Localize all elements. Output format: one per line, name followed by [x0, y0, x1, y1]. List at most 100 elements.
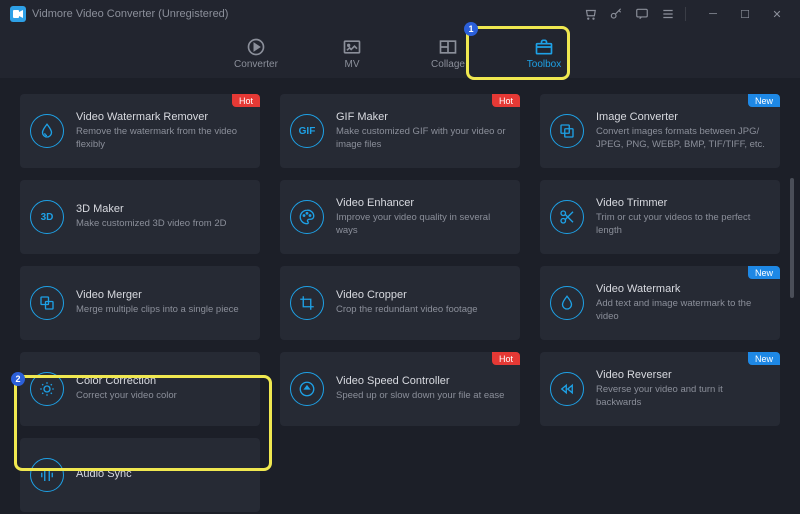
tool-title: Color Correction [76, 375, 250, 387]
merge-icon [30, 286, 64, 320]
pal-icon [290, 200, 324, 234]
tool-card-body: Video Enhancer Improve your video quality… [336, 197, 510, 238]
tool-title: Video Watermark Remover [76, 111, 250, 123]
cut-icon [550, 200, 584, 234]
title-bar: Vidmore Video Converter (Unregistered) ─… [0, 0, 800, 28]
content-area: Video Watermark Remover Remove the waterm… [0, 78, 800, 514]
tool-title: Image Converter [596, 111, 770, 123]
converter-icon [246, 37, 266, 57]
tool-card[interactable]: Audio Sync [20, 438, 260, 512]
tool-card[interactable]: Video Watermark Add text and image waterm… [540, 266, 780, 340]
tool-card[interactable]: GIF GIF Maker Make customized GIF with you… [280, 94, 520, 168]
tool-desc: Remove the watermark from the video flex… [76, 126, 250, 152]
tool-card-body: 3D Maker Make customized 3D video from 2D [76, 203, 250, 231]
tool-title: Video Merger [76, 289, 250, 301]
header-extra-controls [579, 5, 679, 23]
nav-toolbox-label: Toolbox [527, 59, 561, 70]
tool-desc: Correct your video color [76, 390, 250, 403]
window-controls: ─ ☐ ✕ [700, 6, 790, 22]
collage-icon [438, 37, 458, 57]
img-icon [550, 114, 584, 148]
hot-badge: Hot [492, 94, 520, 107]
mv-icon [342, 37, 362, 57]
app-logo-icon [10, 6, 26, 22]
main-nav: Converter MV Collage Toolbox [0, 28, 800, 78]
tool-card[interactable]: Video Cropper Crop the redundant video fo… [280, 266, 520, 340]
nav-mv[interactable]: MV [328, 37, 376, 70]
tool-card[interactable]: Color Correction Correct your video color [20, 352, 260, 426]
toolbox-icon [534, 37, 554, 57]
nav-collage[interactable]: Collage [424, 37, 472, 70]
menu-icon[interactable] [657, 5, 679, 23]
maximize-button[interactable]: ☐ [732, 6, 758, 22]
tool-card-body: Audio Sync [76, 468, 250, 483]
new-badge: New [748, 266, 780, 279]
tool-desc: Make customized GIF with your video or i… [336, 126, 510, 152]
color-icon [30, 372, 64, 406]
tool-desc: Speed up or slow down your file at ease [336, 390, 510, 403]
tool-card-body: GIF Maker Make customized GIF with your v… [336, 111, 510, 152]
tool-desc: Make customized 3D video from 2D [76, 218, 250, 231]
tool-card[interactable]: Video Trimmer Trim or cut your videos to … [540, 180, 780, 254]
tool-card-body: Video Merger Merge multiple clips into a … [76, 289, 250, 317]
tool-title: Video Enhancer [336, 197, 510, 209]
new-badge: New [748, 352, 780, 365]
wm-icon [550, 286, 584, 320]
nav-converter-label: Converter [234, 59, 278, 70]
tool-card[interactable]: Video Enhancer Improve your video quality… [280, 180, 520, 254]
tool-card-body: Video Trimmer Trim or cut your videos to … [596, 197, 770, 238]
crop-icon [290, 286, 324, 320]
tool-title: Video Trimmer [596, 197, 770, 209]
hot-badge: Hot [232, 94, 260, 107]
close-button[interactable]: ✕ [764, 6, 790, 22]
tool-desc: Merge multiple clips into a single piece [76, 304, 250, 317]
water-icon [30, 114, 64, 148]
tool-desc: Add text and image watermark to the vide… [596, 298, 770, 324]
tool-card[interactable]: Image Converter Convert images formats be… [540, 94, 780, 168]
GIF-icon: GIF [290, 114, 324, 148]
nav-collage-label: Collage [431, 59, 465, 70]
tool-card[interactable]: Video Merger Merge multiple clips into a … [20, 266, 260, 340]
aud-icon [30, 458, 64, 492]
tool-desc: Crop the redundant video footage [336, 304, 510, 317]
tool-title: Video Cropper [336, 289, 510, 301]
tool-title: 3D Maker [76, 203, 250, 215]
tool-card[interactable]: Video Reverser Reverse your video and tur… [540, 352, 780, 426]
key-icon[interactable] [605, 5, 627, 23]
minimize-button[interactable]: ─ [700, 6, 726, 22]
tool-desc: Reverse your video and turn it backwards [596, 384, 770, 410]
new-badge: New [748, 94, 780, 107]
tool-desc: Trim or cut your videos to the perfect l… [596, 212, 770, 238]
tool-card-body: Video Reverser Reverse your video and tur… [596, 369, 770, 410]
speed-icon [290, 372, 324, 406]
highlight-number-1: 1 [464, 22, 478, 36]
nav-mv-label: MV [345, 59, 360, 70]
tool-card-body: Video Watermark Add text and image waterm… [596, 283, 770, 324]
tool-title: Video Speed Controller [336, 375, 510, 387]
app-title: Vidmore Video Converter (Unregistered) [32, 8, 228, 20]
nav-converter[interactable]: Converter [232, 37, 280, 70]
tool-card-body: Image Converter Convert images formats be… [596, 111, 770, 152]
tool-title: Video Reverser [596, 369, 770, 381]
tool-card[interactable]: Video Speed Controller Speed up or slow d… [280, 352, 520, 426]
highlight-number-2: 2 [11, 372, 25, 386]
tool-desc: Convert images formats between JPG/ JPEG… [596, 126, 770, 152]
tool-card-body: Video Speed Controller Speed up or slow d… [336, 375, 510, 403]
tool-card[interactable]: 3D 3D Maker Make customized 3D video from … [20, 180, 260, 254]
cart-icon[interactable] [579, 5, 601, 23]
hot-badge: Hot [492, 352, 520, 365]
tool-card-body: Video Watermark Remover Remove the waterm… [76, 111, 250, 152]
tool-title: Audio Sync [76, 468, 250, 480]
nav-toolbox[interactable]: Toolbox [520, 37, 568, 70]
tool-card[interactable]: Video Watermark Remover Remove the waterm… [20, 94, 260, 168]
tool-title: Video Watermark [596, 283, 770, 295]
tool-card-body: Color Correction Correct your video color [76, 375, 250, 403]
tool-grid: Video Watermark Remover Remove the waterm… [20, 94, 780, 512]
rev-icon [550, 372, 584, 406]
scrollbar[interactable] [790, 178, 794, 298]
feedback-icon[interactable] [631, 5, 653, 23]
tool-card-body: Video Cropper Crop the redundant video fo… [336, 289, 510, 317]
tool-desc: Improve your video quality in several wa… [336, 212, 510, 238]
tool-title: GIF Maker [336, 111, 510, 123]
3D-icon: 3D [30, 200, 64, 234]
